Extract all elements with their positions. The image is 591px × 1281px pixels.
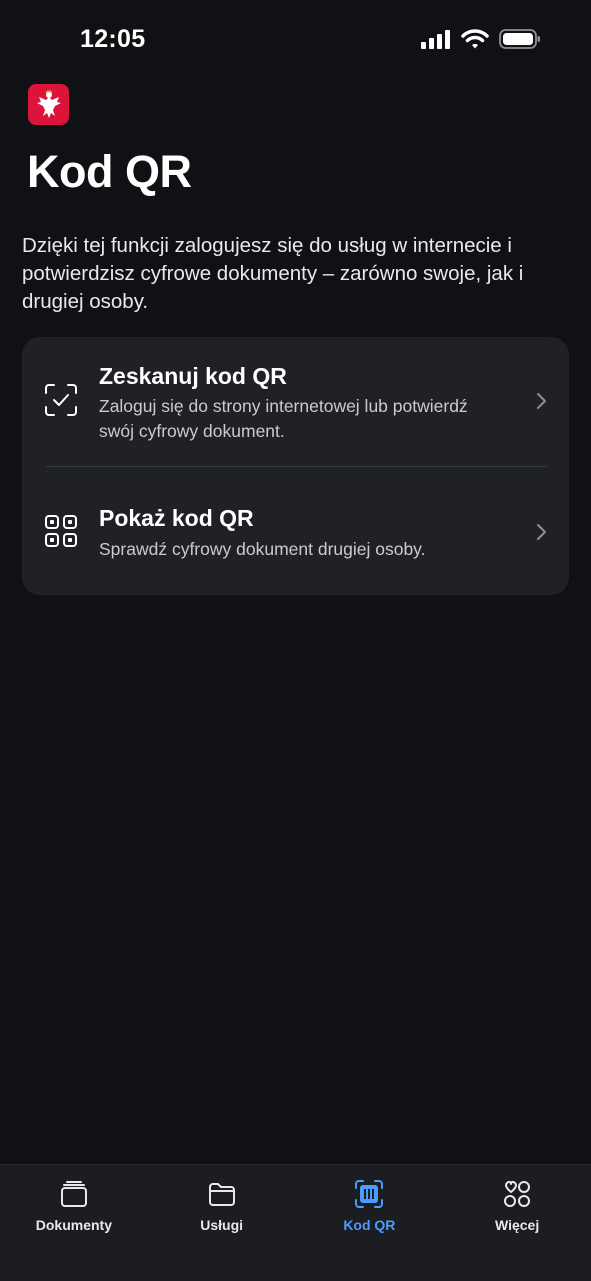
chevron-right-icon [537, 524, 546, 540]
scan-qr-option[interactable]: Zeskanuj kod QR Zaloguj się do strony in… [22, 337, 569, 466]
scan-qr-description: Zaloguj się do strony internetowej lub p… [99, 396, 468, 441]
tab-label: Więcej [495, 1217, 540, 1233]
intro-text: Dzięki tej funkcji zalogujesz się do usł… [22, 234, 524, 313]
page-title: Kod QR [27, 146, 192, 197]
tab-wiecej[interactable]: Więcej [443, 1165, 591, 1281]
qr-options-card: Zeskanuj kod QR Zaloguj się do strony in… [22, 337, 569, 595]
tab-dokumenty[interactable]: Dokumenty [0, 1165, 148, 1281]
cellular-signal-icon [421, 30, 450, 49]
tab-uslugi[interactable]: Usługi [148, 1165, 296, 1281]
tab-label: Usługi [200, 1217, 244, 1233]
bottom-tab-bar: Dokumenty Usługi Kod QR Więcej [0, 1164, 591, 1281]
app-logo [28, 84, 69, 125]
tab-label: Dokumenty [35, 1217, 112, 1233]
tab-kod-qr[interactable]: Kod QR [296, 1165, 444, 1281]
status-bar: 12:05 [0, 0, 591, 80]
polish-eagle-icon [36, 90, 61, 118]
show-qr-description: Sprawdź cyfrowy dokument drugiej osoby. [99, 539, 426, 559]
qr-code-icon [45, 515, 77, 547]
status-icons [421, 28, 541, 50]
chevron-right-icon [537, 393, 546, 409]
show-qr-title: Pokaż kod QR [99, 505, 254, 531]
tab-label: Kod QR [343, 1217, 396, 1233]
qr-scanner-icon [355, 1180, 384, 1208]
scan-qr-title: Zeskanuj kod QR [99, 363, 287, 389]
more-grid-icon [504, 1180, 531, 1207]
wifi-icon [461, 29, 489, 49]
show-qr-option[interactable]: Pokaż kod QR Sprawdź cyfrowy dokument dr… [22, 466, 569, 595]
battery-icon [499, 29, 540, 49]
scan-check-icon [45, 384, 77, 416]
documents-stack-icon [60, 1181, 87, 1207]
folder-icon [208, 1183, 235, 1206]
status-time: 12:05 [80, 25, 146, 53]
